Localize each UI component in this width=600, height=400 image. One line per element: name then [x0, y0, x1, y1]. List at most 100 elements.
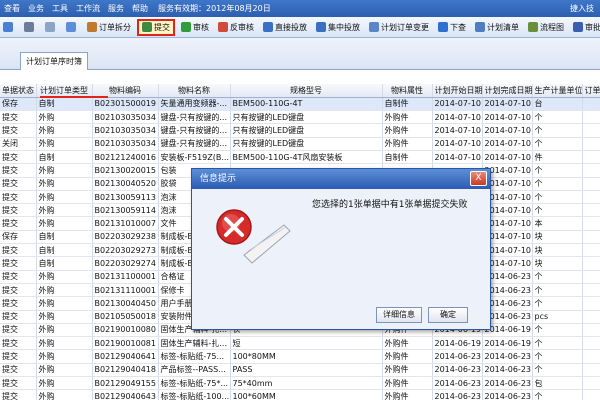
table-row[interactable]: 提交 外购 B02129049155 标签-标贴纸-75*... 75*40mm 外购件 2…: [0, 376, 600, 391]
tab-plan-order-list[interactable]: 计划订单序时簿: [20, 52, 88, 70]
table-cell: 外购: [36, 110, 93, 125]
table-cell: 个: [532, 137, 583, 151]
flowchart-button[interactable]: 流程图: [525, 19, 567, 36]
column-header[interactable]: 计划开始日期: [432, 84, 483, 98]
dialog-title: 信息提示: [192, 169, 490, 189]
column-header[interactable]: 订单: [582, 84, 600, 98]
table-cell: 外购: [36, 163, 93, 178]
table-cell: 100*60MM: [230, 389, 383, 400]
split-icon: [87, 22, 97, 32]
table-cell: 个: [532, 349, 583, 364]
error-icon: [214, 205, 294, 277]
table-cell: 提交: [0, 110, 37, 125]
copy-button[interactable]: [63, 19, 81, 36]
table-cell: [582, 123, 600, 138]
table-cell: 2014-06-23: [482, 349, 533, 364]
print-button[interactable]: [21, 19, 39, 36]
table-cell: [582, 270, 600, 284]
table-cell: 标签-标贴纸-100...: [158, 389, 231, 400]
column-header[interactable]: 单据状态: [0, 84, 37, 98]
table-cell: 外购: [36, 123, 93, 138]
table-row[interactable]: 提交 外购 B02103035034 键盘-只有按键的... 只有按键的LED键盘 外购件…: [0, 123, 600, 138]
table-cell: 个: [532, 163, 583, 178]
table-cell: B02130040450: [92, 296, 159, 311]
table-cell: 本: [532, 216, 583, 231]
table-cell: 提交: [0, 270, 37, 284]
direct-release-button[interactable]: 直接投放: [260, 19, 310, 36]
split-order-button[interactable]: 订单拆分: [84, 19, 134, 36]
menu-tools[interactable]: 工具: [48, 3, 72, 14]
dialog-close-button[interactable]: X: [470, 171, 487, 186]
batch-release-button[interactable]: 集中投放: [313, 19, 363, 36]
path-icon: [573, 22, 583, 32]
table-row[interactable]: 提交 外购 B02129040643 标签-标贴纸-100... 100*60MM 外购件…: [0, 389, 600, 400]
table-cell: [582, 243, 600, 258]
print-icon: [24, 22, 34, 32]
table-cell: 标签-标贴纸-75*...: [158, 376, 231, 391]
table-cell: [582, 310, 600, 324]
table-cell: 外购件: [382, 389, 433, 400]
details-button[interactable]: 详细信息: [376, 307, 422, 323]
table-cell: 键盘-只有按键的...: [158, 123, 231, 138]
flowchart-label: 流程图: [540, 22, 564, 32]
menu-workflow[interactable]: 工作流: [72, 3, 104, 14]
table-cell: 个: [532, 296, 583, 311]
ok-button[interactable]: 确定: [428, 307, 468, 323]
column-header[interactable]: 物料属性: [382, 84, 433, 98]
order-change-button[interactable]: 计划订单变更: [366, 19, 432, 36]
table-row[interactable]: 提交 自制 B02121240016 安装板-F519Z(B... BEM500-110…: [0, 150, 600, 165]
menu-business[interactable]: 业务: [24, 3, 48, 14]
table-cell: [582, 323, 600, 338]
back-button[interactable]: [0, 19, 18, 36]
table-cell: B02130020015: [92, 163, 159, 178]
table-row[interactable]: 提交 外购 B02190010081 固体生产辅料-扎... 短外购件 2014-06-1…: [0, 336, 600, 351]
table-cell: 2014-06-23: [482, 376, 533, 391]
table-cell: 2014-07-10: [482, 110, 533, 125]
table-cell: 个: [532, 203, 583, 218]
table-cell: B02130059113: [92, 190, 159, 205]
column-header[interactable]: 计划完成日期: [482, 84, 533, 98]
table-cell: B02203029273: [92, 243, 159, 258]
menu-view[interactable]: 查看: [0, 3, 24, 14]
table-cell: 个: [532, 336, 583, 351]
table-cell: 块: [532, 230, 583, 245]
copy-icon: [66, 22, 76, 32]
table-cell: 2014-06-19: [432, 336, 483, 351]
menu-help[interactable]: 帮助: [128, 3, 152, 14]
column-header[interactable]: 生产计量单位: [532, 84, 583, 98]
query-down-button[interactable]: 下查: [435, 19, 469, 36]
table-row[interactable]: 提交 外购 B02129040641 标签-标贴纸-75... 100*80MM 外购件 2…: [0, 349, 600, 364]
column-header[interactable]: 物料名称: [158, 84, 231, 98]
table-cell: 外购: [36, 203, 93, 218]
table-cell: [582, 110, 600, 125]
column-header[interactable]: 规格型号: [230, 84, 383, 98]
table-cell: 提交: [0, 336, 37, 351]
menu-service[interactable]: 服务: [104, 3, 128, 14]
table-row[interactable]: 关闭 外购 B02103035034 键盘-只有按键的... 只有按键的LED键盘 外购件…: [0, 137, 600, 151]
table-cell: 2014-06-23: [432, 389, 483, 400]
table-cell: 外购件: [382, 110, 433, 125]
submit-icon: [142, 22, 152, 32]
table-cell: 外购: [36, 389, 93, 400]
table-cell: 自制: [36, 97, 93, 112]
unapprove-button[interactable]: 反审核: [215, 19, 257, 36]
table-cell: 2014-06-23: [482, 363, 533, 378]
table-cell: 产品标签--PASS...: [158, 363, 231, 378]
table-cell: [582, 177, 600, 191]
table-cell: 2014-07-10: [432, 97, 483, 112]
info-dialog: 信息提示 X 您选择的1张单据中有1张单据提交失败 详细信息 确定: [191, 168, 491, 330]
table-row[interactable]: 保存 自制 B02301500019 矢量通用变频器-... BEM500-110G-4…: [0, 97, 600, 112]
table-row[interactable]: 提交 外购 B02103035034 键盘-只有按键的... 只有按键的LED键盘 外购件…: [0, 110, 600, 125]
approve-icon: [181, 22, 191, 32]
approve-button[interactable]: 审核: [178, 19, 212, 36]
table-cell: 固体生产辅料-扎...: [158, 336, 231, 351]
plan-list-button[interactable]: 计划清单: [472, 19, 522, 36]
approval-path-button[interactable]: 审批路径图: [570, 19, 600, 36]
table-cell: 键盘-只有按键的...: [158, 110, 231, 125]
preview-button[interactable]: [42, 19, 60, 36]
submit-button[interactable]: 提交: [137, 18, 175, 36]
table-row[interactable]: 提交 外购 B02129040418 产品标签--PASS... PASS 外购件 2014…: [0, 363, 600, 378]
table-cell: 自制: [36, 243, 93, 258]
table-cell: [582, 376, 600, 391]
table-cell: 自制: [36, 150, 93, 165]
